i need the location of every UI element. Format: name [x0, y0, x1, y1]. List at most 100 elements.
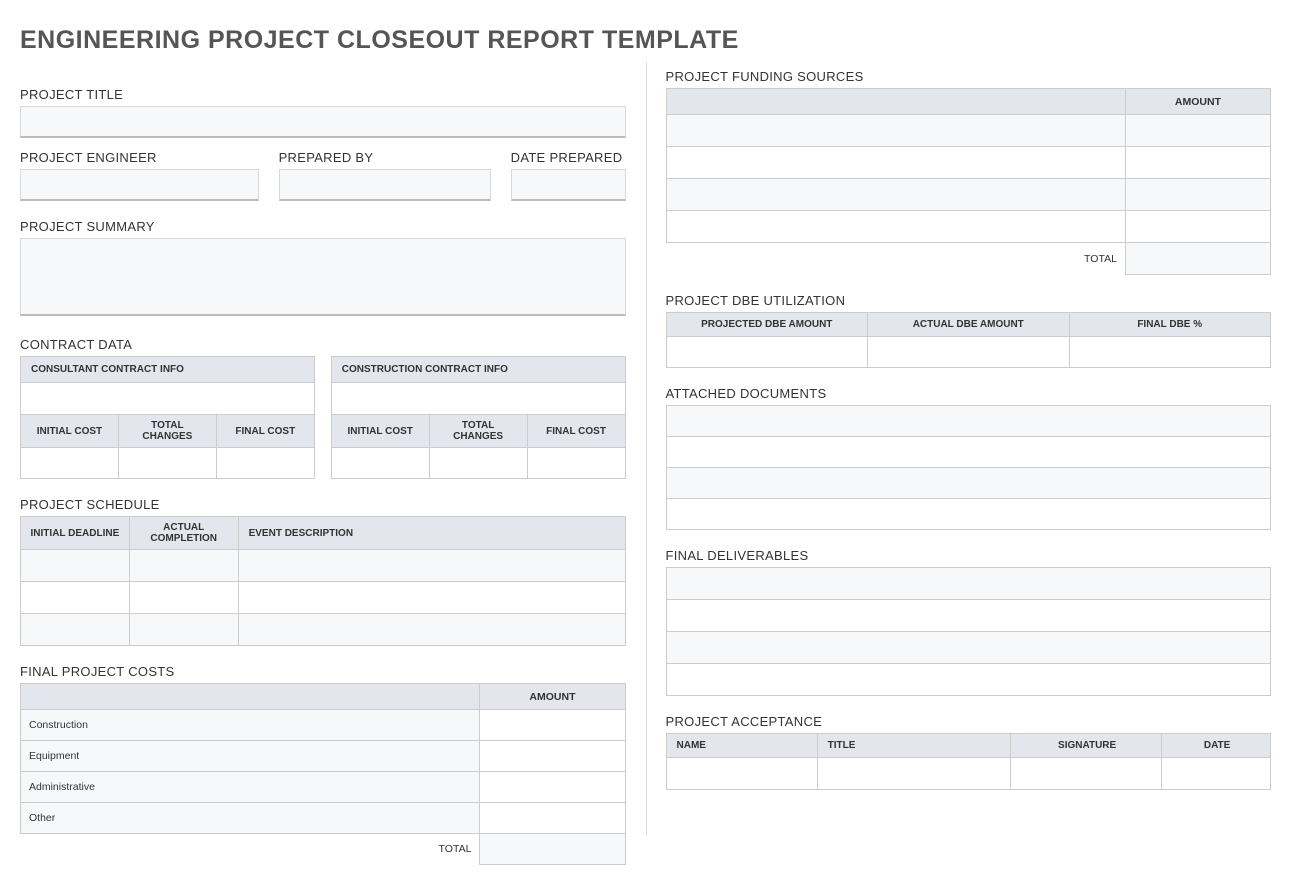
label-project-engineer: PROJECT ENGINEER [20, 150, 259, 165]
funding-source-cell[interactable] [666, 115, 1125, 147]
header-final-cost: FINAL COST [216, 415, 314, 448]
funding-total-cell[interactable] [1125, 243, 1270, 275]
cost-row-label: Administrative [21, 772, 480, 803]
final-deliverables-table [666, 567, 1272, 696]
schedule-cell[interactable] [129, 582, 238, 614]
funding-source-cell[interactable] [666, 147, 1125, 179]
acceptance-name-cell[interactable] [666, 758, 817, 790]
deliverable-cell[interactable] [666, 632, 1271, 664]
costs-total-cell[interactable] [480, 834, 625, 865]
date-prepared-input[interactable] [511, 169, 626, 201]
cost-amount-cell[interactable] [480, 772, 625, 803]
label-final-deliverables: FINAL DELIVERABLES [666, 548, 1272, 563]
total-label: TOTAL [666, 243, 1125, 275]
actual-dbe-cell[interactable] [868, 337, 1070, 368]
label-final-project-costs: FINAL PROJECT COSTS [20, 664, 626, 679]
final-project-costs-table: AMOUNT Construction Equipment Administra… [20, 683, 626, 865]
header-consultant-contract-info: CONSULTANT CONTRACT INFO [21, 357, 315, 383]
construction-contract-info-cell[interactable] [331, 383, 625, 415]
project-acceptance-table: NAME TITLE SIGNATURE DATE [666, 733, 1272, 790]
funding-amount-cell[interactable] [1125, 179, 1270, 211]
label-attached-documents: ATTACHED DOCUMENTS [666, 386, 1272, 401]
funding-amount-cell[interactable] [1125, 115, 1270, 147]
project-summary-input[interactable] [20, 238, 626, 316]
header-initial-cost: INITIAL COST [21, 415, 119, 448]
consultant-final-cost-cell[interactable] [216, 448, 314, 479]
funding-amount-cell[interactable] [1125, 211, 1270, 243]
schedule-cell[interactable] [21, 582, 130, 614]
attached-doc-cell[interactable] [666, 468, 1271, 499]
header-name: NAME [666, 734, 817, 758]
final-dbe-pct-cell[interactable] [1069, 337, 1271, 368]
acceptance-title-cell[interactable] [817, 758, 1010, 790]
dbe-utilization-table: PROJECTED DBE AMOUNT ACTUAL DBE AMOUNT F… [666, 312, 1272, 368]
header-total-changes: TOTAL CHANGES [429, 415, 527, 448]
header-event-description: EVENT DESCRIPTION [238, 517, 625, 550]
header-amount: AMOUNT [480, 684, 625, 710]
schedule-cell[interactable] [238, 550, 625, 582]
attached-doc-cell[interactable] [666, 499, 1271, 530]
header-initial-deadline: INITIAL DEADLINE [21, 517, 130, 550]
attached-doc-cell[interactable] [666, 406, 1271, 437]
consultant-total-changes-cell[interactable] [118, 448, 216, 479]
funding-source-cell[interactable] [666, 179, 1125, 211]
header-signature: SIGNATURE [1011, 734, 1162, 758]
header-initial-cost: INITIAL COST [331, 415, 429, 448]
cost-row-label: Equipment [21, 741, 480, 772]
consultant-initial-cost-cell[interactable] [21, 448, 119, 479]
construction-contract-table: CONSTRUCTION CONTRACT INFO INITIAL COST … [331, 356, 626, 479]
construction-total-changes-cell[interactable] [429, 448, 527, 479]
projected-dbe-cell[interactable] [666, 337, 868, 368]
header-projected-dbe-amount: PROJECTED DBE AMOUNT [666, 313, 868, 337]
label-project-schedule: PROJECT SCHEDULE [20, 497, 626, 512]
project-title-input[interactable] [20, 106, 626, 138]
header-blank [21, 684, 480, 710]
header-title: TITLE [817, 734, 1010, 758]
acceptance-date-cell[interactable] [1162, 758, 1271, 790]
header-final-cost: FINAL COST [527, 415, 625, 448]
header-total-changes: TOTAL CHANGES [118, 415, 216, 448]
cost-row-label: Construction [21, 710, 480, 741]
deliverable-cell[interactable] [666, 568, 1271, 600]
construction-initial-cost-cell[interactable] [331, 448, 429, 479]
label-project-summary: PROJECT SUMMARY [20, 219, 626, 234]
page-title: ENGINEERING PROJECT CLOSEOUT REPORT TEMP… [20, 26, 1271, 55]
schedule-cell[interactable] [21, 550, 130, 582]
cost-amount-cell[interactable] [480, 710, 625, 741]
column-divider [646, 62, 647, 835]
header-blank [666, 89, 1125, 115]
attached-doc-cell[interactable] [666, 437, 1271, 468]
schedule-cell[interactable] [238, 582, 625, 614]
label-prepared-by: PREPARED BY [279, 150, 491, 165]
header-actual-completion: ACTUAL COMPLETION [129, 517, 238, 550]
construction-final-cost-cell[interactable] [527, 448, 625, 479]
prepared-by-input[interactable] [279, 169, 491, 201]
label-contract-data: CONTRACT DATA [20, 337, 626, 352]
funding-amount-cell[interactable] [1125, 147, 1270, 179]
label-project-title: PROJECT TITLE [20, 87, 626, 102]
funding-source-cell[interactable] [666, 211, 1125, 243]
funding-sources-table: AMOUNT TOTAL [666, 88, 1272, 275]
header-amount: AMOUNT [1125, 89, 1270, 115]
schedule-cell[interactable] [238, 614, 625, 646]
acceptance-signature-cell[interactable] [1011, 758, 1162, 790]
attached-documents-table [666, 405, 1272, 530]
consultant-contract-info-cell[interactable] [21, 383, 315, 415]
schedule-cell[interactable] [21, 614, 130, 646]
cost-amount-cell[interactable] [480, 741, 625, 772]
deliverable-cell[interactable] [666, 664, 1271, 696]
project-engineer-input[interactable] [20, 169, 259, 201]
label-project-acceptance: PROJECT ACCEPTANCE [666, 714, 1272, 729]
label-project-funding-sources: PROJECT FUNDING SOURCES [666, 69, 1272, 84]
schedule-cell[interactable] [129, 614, 238, 646]
header-actual-dbe-amount: ACTUAL DBE AMOUNT [868, 313, 1070, 337]
header-final-dbe-pct: FINAL DBE % [1069, 313, 1271, 337]
header-date: DATE [1162, 734, 1271, 758]
header-construction-contract-info: CONSTRUCTION CONTRACT INFO [331, 357, 625, 383]
schedule-cell[interactable] [129, 550, 238, 582]
label-project-dbe-utilization: PROJECT DBE UTILIZATION [666, 293, 1272, 308]
consultant-contract-table: CONSULTANT CONTRACT INFO INITIAL COST TO… [20, 356, 315, 479]
project-schedule-table: INITIAL DEADLINE ACTUAL COMPLETION EVENT… [20, 516, 626, 646]
total-label: TOTAL [21, 834, 480, 865]
deliverable-cell[interactable] [666, 600, 1271, 632]
